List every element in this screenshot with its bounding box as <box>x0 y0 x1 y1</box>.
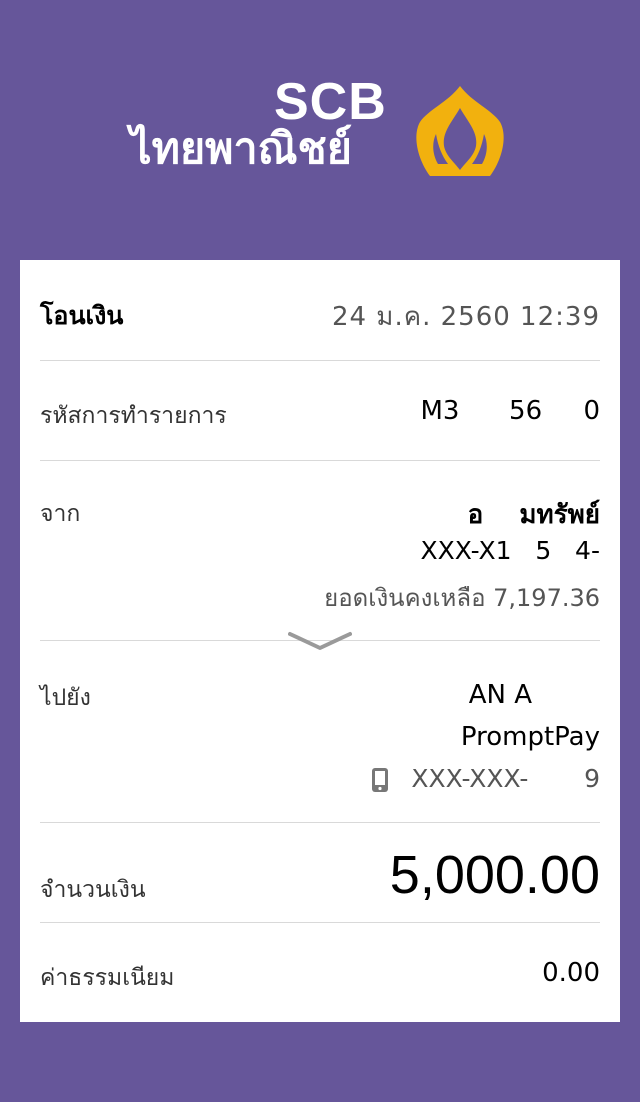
balance-label: ยอดเงินคงเหลือ <box>324 584 486 612</box>
from-label: จาก <box>40 501 81 527</box>
recipient-name: AN A <box>468 680 532 710</box>
reference-row: รหัสการทำรายการ M3 56 0 <box>40 396 600 432</box>
from-account-number: XXX-X1 5 4- <box>420 536 600 565</box>
divider <box>40 460 600 461</box>
recipient-phone-line: XXX-XXX- 9 <box>371 764 600 793</box>
to-label: ไปยัง <box>40 685 91 711</box>
from-account-name: อ มทรัพย์ <box>467 500 600 530</box>
amount-label: จำนวนเงิน <box>40 877 146 903</box>
divider <box>40 922 600 923</box>
scb-lotus-logo-icon <box>416 86 504 176</box>
title-row: โอนเงิน 24 ม.ค. 2560 12:39 <box>40 296 600 332</box>
brand-name-en: SCB <box>274 73 387 131</box>
transfer-slip: โอนเงิน 24 ม.ค. 2560 12:39 รหัสการทำรายก… <box>20 260 620 1022</box>
divider <box>40 360 600 361</box>
reference-label: รหัสการทำรายการ <box>40 403 227 429</box>
chevron-down-icon <box>288 632 352 650</box>
mobile-phone-icon <box>372 768 389 792</box>
brand-name-th: ไทยพาณิชย์ <box>130 124 352 174</box>
fee-label: ค่าธรรมเนียม <box>40 965 175 991</box>
reference-value: M3 56 0 <box>420 396 600 426</box>
to-row: ไปยัง AN A PromptPay XXX-XXX- 9 <box>40 680 600 800</box>
divider <box>40 822 600 823</box>
transaction-datetime: 24 ม.ค. 2560 12:39 <box>331 302 600 332</box>
recipient-service: PromptPay <box>460 722 600 752</box>
header: SCB ไทยพาณิชย์ <box>0 0 640 260</box>
balance-value: 7,197.36 <box>493 584 600 612</box>
page-title: โอนเงิน <box>40 301 124 330</box>
fee-value: 0.00 <box>542 958 600 988</box>
fee-row: ค่าธรรมเนียม 0.00 <box>40 958 600 994</box>
recipient-phone: XXX-XXX- 9 <box>411 764 600 793</box>
amount-row: จำนวนเงิน 5,000.00 <box>40 844 600 914</box>
from-row: จาก อ มทรัพย์ XXX-X1 5 4- ยอดเงินคงเหลือ… <box>40 494 600 614</box>
balance-line: ยอดเงินคงเหลือ 7,197.36 <box>324 578 600 617</box>
amount-value: 5,000.00 <box>389 845 600 905</box>
